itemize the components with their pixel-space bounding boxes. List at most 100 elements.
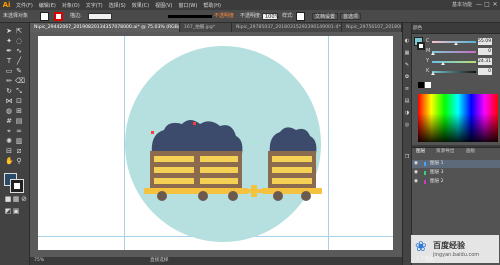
layer-name[interactable]: 图层 1 <box>430 160 444 168</box>
menu-window[interactable]: 窗口(W) <box>175 2 200 9</box>
minimize-button[interactable]: — <box>476 1 482 8</box>
slider-magenta[interactable]: M 0 <box>426 48 496 56</box>
menu-help[interactable]: 帮助(H) <box>200 2 224 9</box>
lasso-icon[interactable]: ◌ <box>15 37 23 45</box>
color-spectrum[interactable] <box>418 94 498 142</box>
eye-icon[interactable]: ◉ <box>414 160 418 168</box>
width-tool-icon[interactable]: ⋈ <box>5 97 13 105</box>
transparency-panel-icon[interactable]: ◑ <box>403 109 411 117</box>
layer-name[interactable]: 图层 3 <box>430 169 444 177</box>
stroke-swatch[interactable] <box>54 12 63 21</box>
none-mode-icon[interactable]: ⊘ <box>20 195 28 203</box>
canvas-area[interactable] <box>30 32 402 257</box>
layer-row[interactable]: ◉ 图层 3 <box>412 169 500 177</box>
draw-normal-icon[interactable]: ◩ <box>4 207 12 215</box>
menu-type[interactable]: 文字(T) <box>83 2 106 9</box>
layer-row[interactable]: ◉ 图层 2 <box>412 178 500 186</box>
eraser-icon[interactable]: ⌫ <box>15 77 25 85</box>
stroke-color-swatch[interactable] <box>10 179 24 193</box>
symbol-sprayer-icon[interactable]: ✺ <box>5 137 13 145</box>
artboard-tool-icon[interactable]: ⊟ <box>5 147 13 155</box>
color-panel-icon[interactable]: ◐ <box>403 37 411 45</box>
slice-tool-icon[interactable]: ⧄ <box>15 147 23 155</box>
gradient-tool-icon[interactable]: ▤ <box>15 117 23 125</box>
workspace-switcher[interactable]: 基本功能 <box>452 1 472 8</box>
tab-document-2[interactable]: 167_拍摄.jpg* <box>180 23 232 32</box>
line-tool-icon[interactable]: ╱ <box>15 57 23 65</box>
color-mode-icon[interactable]: ■ <box>4 195 12 203</box>
brush-stroke-preview[interactable] <box>168 15 212 18</box>
stroke-panel-icon[interactable]: ≡ <box>403 85 411 93</box>
illustration[interactable] <box>38 36 393 250</box>
scale-tool-icon[interactable]: ⤡ <box>15 87 23 95</box>
rectangle-tool-icon[interactable]: ▭ <box>5 67 13 75</box>
paintbrush-icon[interactable]: ✎ <box>15 67 23 75</box>
menu-view[interactable]: 视图(V) <box>152 2 175 9</box>
tab-document-3[interactable]: Nipic_29785037_20180315292390149001-4* <box>232 23 342 32</box>
zoom-level[interactable]: 75% <box>34 257 44 265</box>
tab-document-1[interactable]: Nipic_29442067_20190820134357078000.ai* … <box>30 23 180 32</box>
menu-effect[interactable]: 效果(C) <box>129 2 152 9</box>
menu-select[interactable]: 选择(S) <box>106 2 129 9</box>
tab-layers[interactable]: 图层 <box>414 148 428 156</box>
menu-edit[interactable]: 编辑(E) <box>36 2 59 9</box>
slider-black[interactable]: K 0 <box>426 68 496 76</box>
tab-asset-export[interactable]: 资源导出 <box>434 148 456 156</box>
screen-mode-icon[interactable]: ▣ <box>12 207 20 215</box>
brushes-panel-icon[interactable]: ✎ <box>403 61 411 69</box>
perspective-grid-icon[interactable]: ⊞ <box>15 107 23 115</box>
opacity-field[interactable]: 100% <box>262 13 279 20</box>
layer-name[interactable]: 图层 2 <box>430 178 444 186</box>
white-swatch[interactable] <box>425 82 431 88</box>
eye-icon[interactable]: ◉ <box>414 178 418 186</box>
maximize-button[interactable]: □ <box>484 1 490 8</box>
layer-row[interactable]: ◉ 图层 1 <box>412 160 500 168</box>
pen-tool-icon[interactable]: ✒ <box>5 47 13 55</box>
gradient-mode-icon[interactable]: ▦ <box>12 195 20 203</box>
slider-yellow[interactable]: Y 24.31 <box>426 58 496 66</box>
graphic-style-swatch[interactable] <box>296 12 305 21</box>
control-bar: 未选择对象 描边: 不透明度 不透明度: 100% 样式: 文档设置 首选项 <box>0 10 500 23</box>
wheel <box>273 191 283 201</box>
wagon-right-slat <box>272 167 312 173</box>
fill-swatch[interactable] <box>40 12 49 21</box>
pencil-icon[interactable]: ✏ <box>5 77 13 85</box>
preferences-button[interactable]: 首选项 <box>340 13 362 20</box>
hand-tool-icon[interactable]: ✋ <box>5 157 14 165</box>
blend-tool-icon[interactable]: ∞ <box>15 127 23 135</box>
zoom-tool-icon[interactable]: ⚲ <box>15 157 23 165</box>
appearance-panel-icon[interactable]: ◎ <box>403 121 411 129</box>
slider-cyan[interactable]: C 55.09 <box>426 38 496 46</box>
color-panel-title[interactable]: 颜色 <box>413 25 422 31</box>
eye-icon[interactable]: ◉ <box>414 169 418 177</box>
free-transform-icon[interactable]: ⊡ <box>15 97 23 105</box>
layers-panel-icon[interactable]: ❒ <box>403 153 411 161</box>
direct-selection-tool-icon[interactable]: ⇱ <box>15 27 23 35</box>
menu-object[interactable]: 对象(O) <box>59 2 83 9</box>
shape-builder-icon[interactable]: ◍ <box>5 107 13 115</box>
eyedropper-icon[interactable]: ⌖ <box>5 127 13 135</box>
swatches-panel-icon[interactable]: ▦ <box>403 49 411 57</box>
menu-file[interactable]: 文件(F) <box>13 2 36 9</box>
anchor-point <box>193 122 196 125</box>
symbols-panel-icon[interactable]: ✿ <box>403 73 411 81</box>
selection-tool-icon[interactable]: ➤ <box>5 27 13 35</box>
graph-tool-icon[interactable]: ▥ <box>15 137 23 145</box>
wheel <box>228 191 238 201</box>
curvature-tool-icon[interactable]: ∿ <box>15 47 23 55</box>
panel-icon-strip: ◐ ▦ ✎ ✿ ≡ ▤ ◑ ◎ ❒ <box>403 23 412 265</box>
tab-document-4[interactable]: Nipic_29756107_20180816... <box>342 23 402 32</box>
black-swatch[interactable] <box>418 82 424 88</box>
artboard[interactable] <box>38 36 393 250</box>
stroke-weight-field[interactable] <box>88 13 112 20</box>
layer-color-chip <box>424 180 426 184</box>
gradient-panel-icon[interactable]: ▤ <box>403 97 411 105</box>
mesh-tool-icon[interactable]: # <box>5 117 13 125</box>
tab-artboards[interactable]: 画板 <box>464 148 477 156</box>
panel-stroke-swatch[interactable] <box>417 42 425 50</box>
document-setup-button[interactable]: 文档设置 <box>312 13 339 20</box>
close-button[interactable]: ✕ <box>492 1 498 8</box>
rotate-tool-icon[interactable]: ↻ <box>5 87 13 95</box>
magic-wand-icon[interactable]: ✦ <box>5 37 13 45</box>
type-tool-icon[interactable]: T <box>5 57 13 65</box>
